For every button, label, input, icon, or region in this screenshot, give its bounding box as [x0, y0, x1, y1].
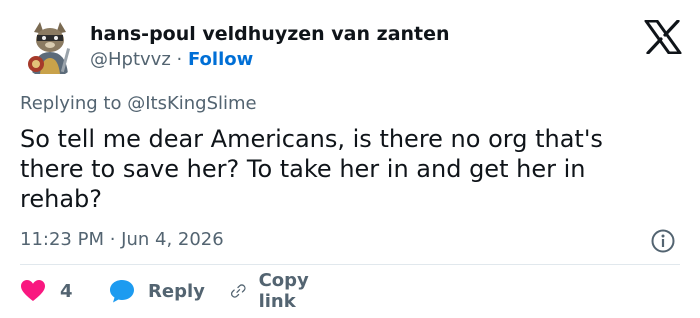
like-button[interactable]: 4	[20, 276, 73, 306]
tweet-timestamp[interactable]: 11:23 PM · Jun 4, 2026	[20, 228, 224, 252]
like-count: 4	[60, 280, 73, 302]
x-logo-icon[interactable]	[644, 20, 682, 54]
author-display-name[interactable]: hans-poul veldhuyzen van zanten	[90, 22, 450, 46]
reply-label: Reply	[148, 280, 205, 302]
reply-context[interactable]: Replying to @ItsKingSlime	[20, 92, 257, 116]
avatar[interactable]	[20, 18, 80, 78]
author-handle-row: @Hptvvz · Follow	[90, 49, 253, 71]
heart-icon	[21, 280, 45, 301]
copy-link-button[interactable]: Copy link	[230, 270, 318, 312]
divider	[20, 264, 680, 265]
follow-button[interactable]: Follow	[188, 49, 253, 70]
speech-bubble-icon	[110, 280, 134, 303]
link-icon	[230, 284, 246, 298]
avatar-image	[20, 18, 80, 78]
reply-button[interactable]: Reply	[108, 276, 205, 306]
copy-link-label: Copy link	[258, 270, 309, 312]
tweet-text: So tell me dear Americans, is there no o…	[20, 125, 603, 213]
author-handle[interactable]: @Hptvvz	[90, 49, 171, 70]
separator-dot: ·	[176, 49, 183, 70]
info-icon[interactable]	[650, 228, 676, 254]
